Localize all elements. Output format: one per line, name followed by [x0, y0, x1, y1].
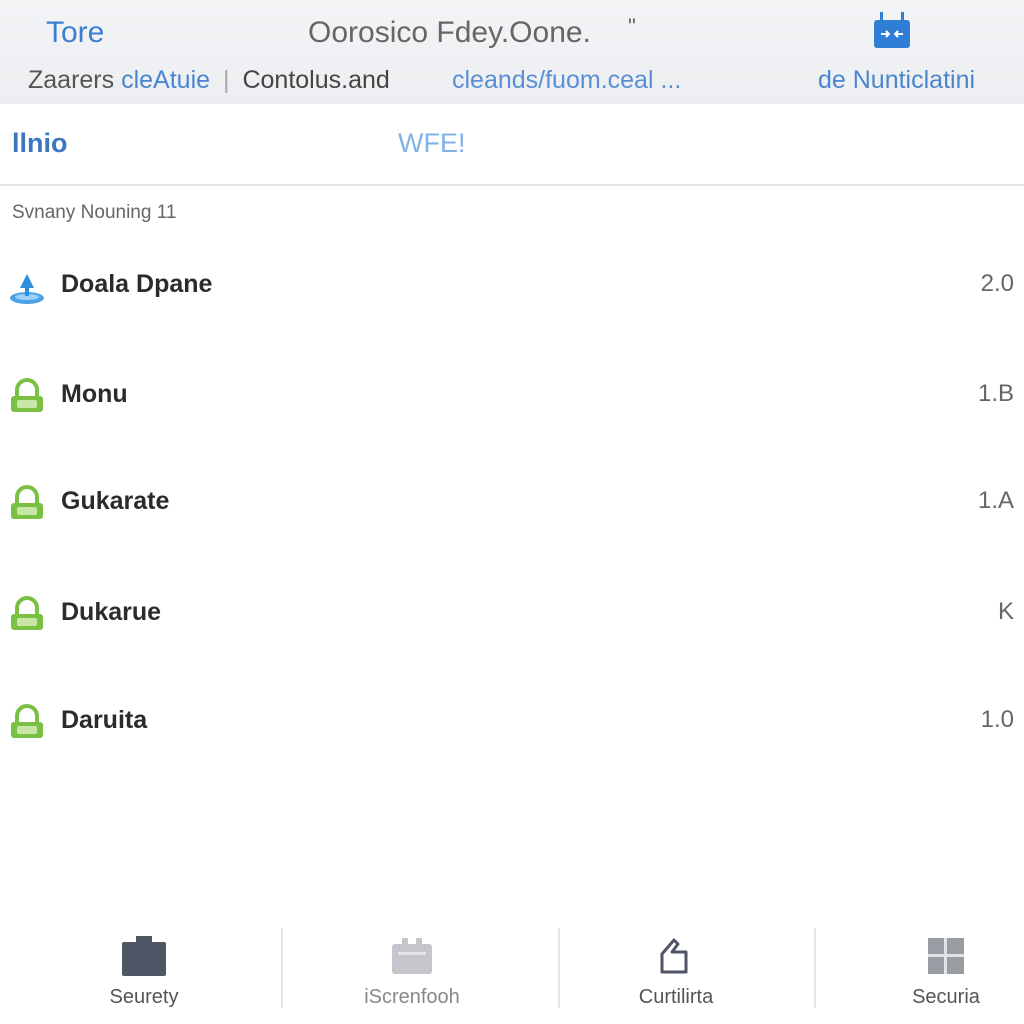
nav-item-seurety[interactable]: Seurety [16, 920, 272, 1024]
nav-divider [814, 928, 816, 1008]
breadcrumb-separator: | [223, 66, 230, 94]
nav-label: Securia [912, 986, 980, 1008]
nav-item-securia[interactable]: Securia [818, 920, 1024, 1024]
section-heading: Svnany Nouning 11 [12, 202, 177, 223]
lock-icon [8, 378, 46, 416]
breadcrumb-item[interactable]: cleAtuie [121, 66, 210, 94]
header-link[interactable]: de Nunticlatini [818, 66, 975, 95]
nav-item-screen[interactable]: iScrenfooh [284, 920, 540, 1024]
tab-primary[interactable]: llnio [12, 128, 68, 159]
cursor-icon [652, 934, 700, 978]
screen-icon [388, 934, 436, 978]
list-item[interactable]: Daruita 1.0 [0, 688, 1024, 760]
back-button[interactable]: Tore [46, 16, 104, 50]
list-item[interactable]: Doala Dpane 2.0 [0, 252, 1024, 324]
lock-icon [8, 596, 46, 634]
nav-divider [281, 928, 283, 1008]
item-value: 2.0 [980, 270, 1014, 297]
tab-bar: llnio WFE! [0, 104, 1024, 186]
list-item[interactable]: Gukarate 1.A [0, 469, 1024, 541]
tab-secondary[interactable]: WFE! [398, 128, 466, 159]
item-label: Gukarate [61, 487, 170, 515]
list-item[interactable]: Dukarue K [0, 580, 1024, 652]
breadcrumb: Zaarers cleAtuie | Contolus.and [28, 66, 390, 95]
nav-label: Curtilirta [638, 986, 714, 1008]
item-label: Monu [61, 380, 128, 408]
item-label: Doala Dpane [61, 270, 213, 298]
nav-item-cursor[interactable]: Curtilirta [548, 920, 804, 1024]
page-title: Oorosico Fdey.Oone. [308, 16, 591, 49]
nav-label: Seurety [109, 986, 179, 1008]
title-mark: " [628, 14, 636, 39]
bottom-nav: Seurety iScrenfooh Curtilirta Securia [0, 920, 1024, 1024]
breadcrumb-item[interactable]: Zaarers [28, 66, 114, 94]
header-bar: Tore Oorosico Fdey.Oone. " Zaarers cleAt… [0, 0, 1024, 104]
item-value: 1.0 [980, 706, 1014, 733]
lock-icon [8, 485, 46, 523]
item-value: K [997, 598, 1014, 625]
item-value: 1.A [977, 487, 1014, 514]
breadcrumb-link[interactable]: cleands/fuom.ceal ... [452, 66, 681, 95]
item-label: Daruita [61, 706, 148, 734]
item-label: Dukarue [61, 598, 162, 626]
list-item[interactable]: Monu 1.B [0, 362, 1024, 434]
transfer-icon[interactable] [872, 12, 912, 50]
lock-icon [8, 704, 46, 742]
briefcase-icon [120, 934, 168, 978]
breadcrumb-item[interactable]: Contolus.and [242, 66, 389, 94]
grid-icon [922, 934, 970, 978]
item-value: 1.B [977, 380, 1014, 407]
drive-upload-icon [8, 268, 46, 306]
nav-label: iScrenfooh [364, 986, 460, 1008]
